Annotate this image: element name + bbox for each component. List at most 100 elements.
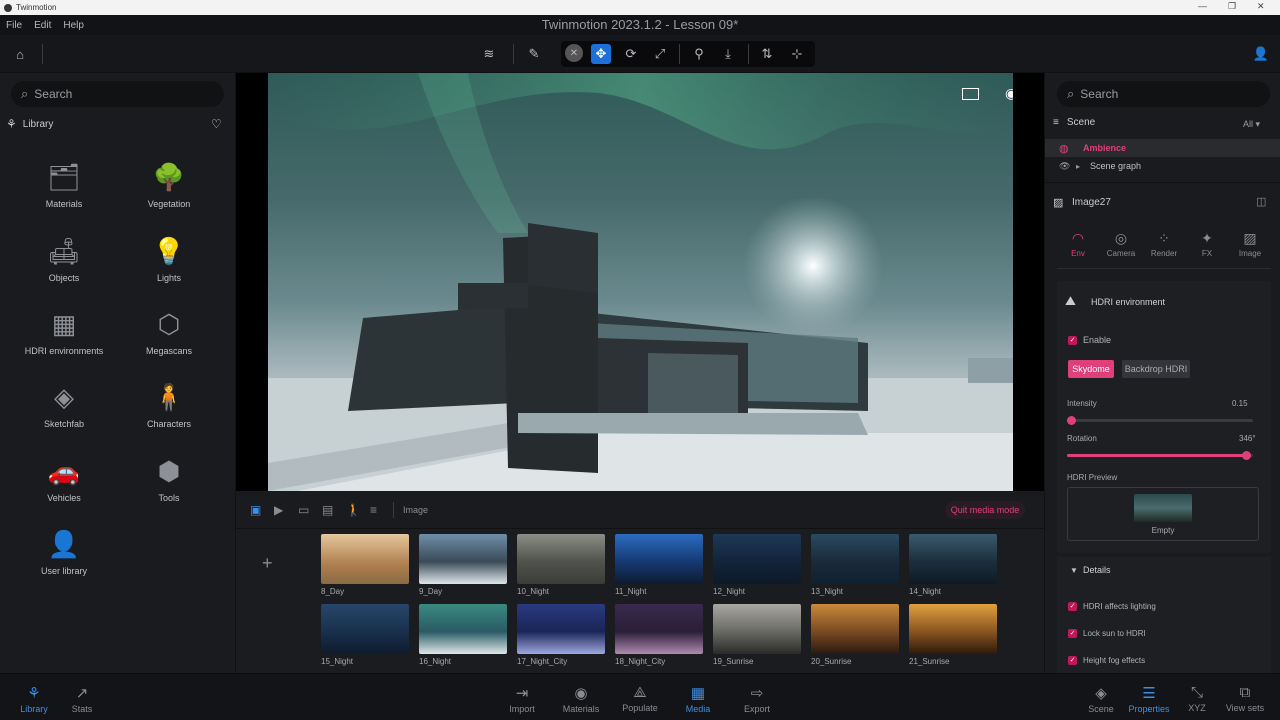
view-sets-tab[interactable]: ⧉ View sets bbox=[1215, 684, 1275, 713]
library-item-user-library[interactable]: 👤 User library bbox=[14, 524, 114, 577]
local-axis-icon[interactable]: ⊹ bbox=[787, 44, 807, 64]
library-item-tools[interactable]: ⬢ Tools bbox=[119, 451, 219, 504]
library-item-materials[interactable]: 🗂 Materials bbox=[14, 157, 114, 210]
scene-filter-dropdown[interactable]: All ▾ bbox=[1243, 119, 1260, 130]
hdri-preview-box[interactable]: Empty bbox=[1067, 487, 1259, 541]
deselect-icon[interactable]: ✕ bbox=[565, 44, 583, 62]
pivot-icon[interactable]: ⇅ bbox=[757, 44, 777, 64]
media-thumbnail[interactable] bbox=[713, 534, 801, 584]
rotation-slider[interactable] bbox=[1067, 451, 1253, 460]
media-thumbnail[interactable] bbox=[713, 604, 801, 654]
rotate-tool-icon[interactable]: ⟳ bbox=[621, 44, 641, 64]
scene-render-view[interactable]: ◉ bbox=[268, 73, 1013, 491]
sofa-icon: 🛋 bbox=[47, 235, 81, 266]
media-toolbar: ▣ ▶ ▭ ▤ 🚶 ≡ Image Quit media mode bbox=[236, 491, 1044, 529]
snap-icon[interactable]: ⚲ bbox=[689, 44, 709, 64]
media-thumbnail[interactable] bbox=[419, 534, 507, 584]
list-mode-icon[interactable]: ≡ bbox=[370, 503, 377, 517]
scene-graph-label[interactable]: Scene graph bbox=[1090, 161, 1141, 171]
menu-file[interactable]: File bbox=[6, 20, 22, 31]
walkthrough-mode-icon[interactable]: 🚶 bbox=[346, 503, 361, 517]
media-thumbnail[interactable] bbox=[615, 604, 703, 654]
image-mode-icon[interactable]: ▣ bbox=[250, 503, 261, 517]
populate-tab[interactable]: ⟁ Populate bbox=[610, 684, 670, 713]
phasing-mode-icon[interactable]: ▤ bbox=[322, 503, 333, 517]
enable-checkbox[interactable]: ✓ Enable bbox=[1068, 335, 1111, 346]
intensity-slider[interactable] bbox=[1066, 416, 1253, 425]
option-checkbox[interactable]: ✓ Height fog effects bbox=[1068, 656, 1145, 666]
favorite-heart-icon[interactable]: ♡ bbox=[211, 117, 222, 131]
move-tool-icon[interactable]: ✥ bbox=[591, 44, 611, 64]
tab-label: Image bbox=[1238, 249, 1262, 258]
import-tab[interactable]: ⇥ Import bbox=[492, 684, 552, 714]
video-mode-icon[interactable]: ▶ bbox=[274, 503, 283, 517]
tab-label: Camera bbox=[1106, 249, 1136, 258]
tab-render[interactable]: ⁘ Render bbox=[1143, 230, 1185, 258]
ambience-row[interactable]: ◍ Ambience bbox=[1045, 139, 1280, 157]
library-item-vehicles[interactable]: 🚗 Vehicles bbox=[14, 451, 114, 504]
details-label[interactable]: Details bbox=[1083, 565, 1111, 575]
media-tab[interactable]: ▦ Media bbox=[668, 684, 728, 714]
media-thumbnail[interactable] bbox=[615, 534, 703, 584]
collapse-arrow-icon[interactable]: ▼ bbox=[1070, 566, 1078, 575]
fx-icon: ✦ bbox=[1201, 230, 1213, 246]
library-search-input[interactable]: ⌕ Search bbox=[11, 81, 224, 107]
quit-media-mode-button[interactable]: Quit media mode bbox=[945, 501, 1025, 519]
scene-search-input[interactable]: ⌕ Search bbox=[1057, 81, 1270, 107]
panorama-mode-icon[interactable]: ▭ bbox=[298, 503, 309, 517]
scale-tool-icon[interactable]: ⤢ bbox=[650, 44, 670, 64]
tab-env[interactable]: ◠ Env bbox=[1057, 230, 1099, 258]
hdri-title: HDRI environment bbox=[1091, 297, 1166, 307]
library-item-objects[interactable]: 🛋 Objects bbox=[14, 231, 114, 284]
safe-frame-icon[interactable] bbox=[962, 88, 979, 100]
visibility-eye-icon[interactable]: 👁 bbox=[1059, 161, 1070, 172]
media-thumbnail[interactable] bbox=[811, 604, 899, 654]
materials-tab[interactable]: ◉ Materials bbox=[551, 684, 611, 714]
close-icon[interactable]: ✕ bbox=[1257, 1, 1265, 12]
library-item-vegetation[interactable]: 🌳 Vegetation bbox=[119, 157, 219, 210]
library-item-lights[interactable]: 💡 Lights bbox=[119, 231, 219, 284]
tab-fx[interactable]: ✦ FX bbox=[1186, 230, 1228, 258]
layers-icon[interactable]: ≋ bbox=[479, 44, 499, 64]
stats-tab[interactable]: ↗ Stats bbox=[52, 684, 112, 714]
drop-to-ground-icon[interactable]: ⤓ bbox=[718, 44, 738, 64]
home-icon[interactable]: ⌂ bbox=[10, 44, 30, 64]
skydome-button[interactable]: Skydome bbox=[1068, 360, 1114, 378]
library-item-sketchfab[interactable]: ◈ Sketchfab bbox=[14, 377, 114, 430]
expand-arrow-icon[interactable]: ▸ bbox=[1076, 162, 1080, 171]
media-thumbnail[interactable] bbox=[419, 604, 507, 654]
tab-camera[interactable]: ◎ Camera bbox=[1100, 230, 1142, 258]
tab-label: Populate bbox=[622, 703, 658, 713]
menu-edit[interactable]: Edit bbox=[34, 20, 51, 31]
minimize-icon[interactable]: — bbox=[1198, 1, 1207, 11]
intensity-knob[interactable] bbox=[1066, 416, 1076, 425]
option-checkbox[interactable]: ✓ HDRI affects lighting bbox=[1068, 602, 1156, 612]
panel-toggle-icon[interactable]: ◫ bbox=[1256, 195, 1266, 208]
window-titlebar: Twinmotion — ❐ ✕ bbox=[0, 0, 1280, 15]
export-tab[interactable]: ⇨ Export bbox=[727, 684, 787, 714]
media-thumbnail-label: 19_Sunrise bbox=[713, 657, 754, 666]
hdri-icon: ▦ bbox=[51, 308, 77, 339]
backdrop-hdri-button[interactable]: Backdrop HDRI bbox=[1122, 360, 1190, 378]
library-item-megascans[interactable]: ⬡ Megascans bbox=[119, 304, 219, 357]
media-thumbnail[interactable] bbox=[517, 604, 605, 654]
media-thumbnail[interactable] bbox=[811, 534, 899, 584]
media-thumbnail[interactable] bbox=[321, 604, 409, 654]
library-item-characters[interactable]: 🧍 Characters bbox=[119, 377, 219, 430]
add-media-button[interactable]: + bbox=[262, 553, 273, 574]
user-account-icon[interactable]: 👤 bbox=[1251, 44, 1271, 64]
option-checkbox[interactable]: ✓ Lock sun to HDRI bbox=[1068, 629, 1146, 639]
eyedropper-icon[interactable]: ✎ bbox=[524, 44, 544, 64]
hdri-environment-icon: ⛰ bbox=[1065, 293, 1076, 308]
media-thumbnail[interactable] bbox=[517, 534, 605, 584]
maximize-icon[interactable]: ❐ bbox=[1228, 1, 1236, 12]
media-thumbnail[interactable] bbox=[321, 534, 409, 584]
media-thumbnail[interactable] bbox=[909, 604, 997, 654]
rotation-fill bbox=[1067, 454, 1246, 457]
menu-help[interactable]: Help bbox=[63, 20, 84, 31]
tab-image[interactable]: ▨ Image bbox=[1229, 230, 1271, 258]
media-thumbnail[interactable] bbox=[909, 534, 997, 584]
rotation-knob[interactable] bbox=[1241, 451, 1251, 460]
eye-icon[interactable]: ◉ bbox=[1005, 85, 1013, 102]
library-item-hdri-environments[interactable]: ▦ HDRI environments bbox=[14, 304, 114, 357]
